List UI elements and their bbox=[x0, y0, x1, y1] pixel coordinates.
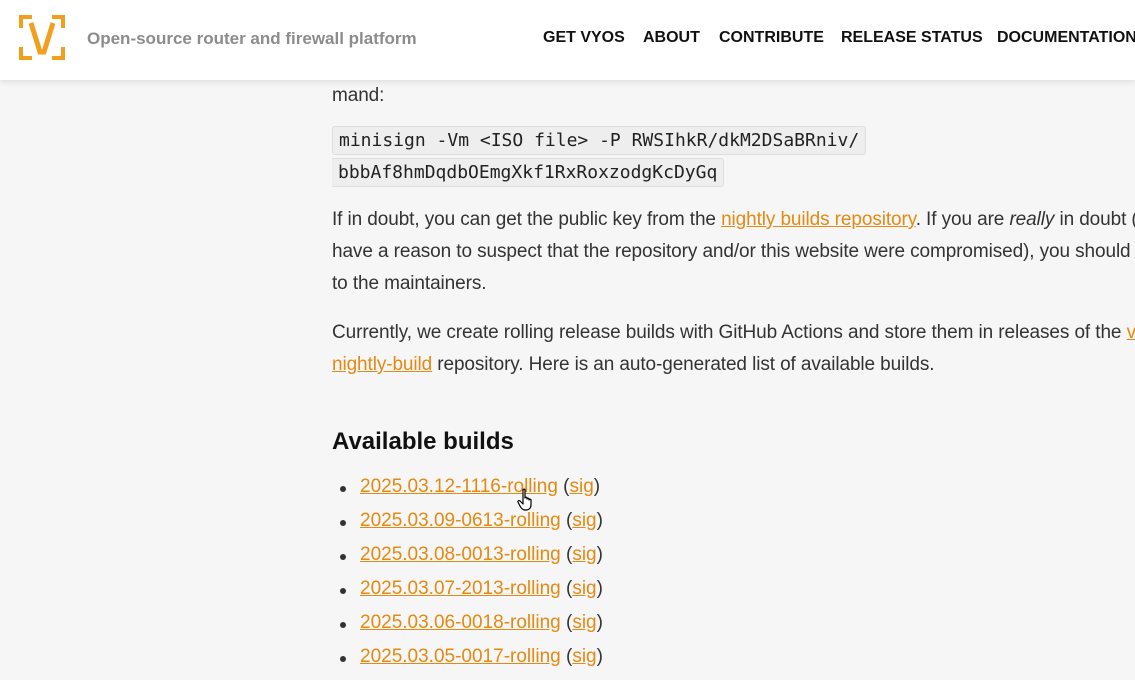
build-link[interactable]: 2025.03.07-2013-rolling bbox=[360, 578, 561, 599]
text: in doubt ( bbox=[1054, 209, 1135, 230]
paren: ) bbox=[596, 612, 603, 633]
paren: ) bbox=[593, 476, 601, 497]
paren: ) bbox=[596, 578, 603, 599]
paragraph-rolling-line-2: nightly-build repository. Here is an aut… bbox=[332, 354, 1135, 376]
nav-about[interactable]: ABOUT bbox=[643, 29, 700, 47]
sig-link[interactable]: sig bbox=[572, 544, 596, 565]
sig-link[interactable]: sig bbox=[572, 612, 596, 633]
bullet-icon bbox=[340, 656, 346, 662]
bullet-icon bbox=[340, 520, 346, 526]
vyos-nightly-build-link[interactable]: nightly-build bbox=[332, 354, 432, 375]
sig-link[interactable]: sig bbox=[570, 476, 594, 497]
build-link[interactable]: 2025.03.05-0017-rolling bbox=[360, 646, 561, 667]
paren: ) bbox=[596, 646, 603, 667]
build-link[interactable]: 2025.03.08-0013-rolling bbox=[360, 544, 561, 565]
list-item: 2025.03.05-0017-rolling (sig) bbox=[332, 646, 603, 680]
nav-get-vyos[interactable]: GET VYOS bbox=[543, 29, 625, 47]
build-link[interactable]: 2025.03.06-0018-rolling bbox=[360, 612, 561, 633]
command-code-line-2: bbbAf8hmDqdbOEmgXkf1RxRoxzodgKcDyGq bbox=[332, 158, 725, 187]
text: repository. Here is an auto-generated li… bbox=[432, 354, 935, 375]
paragraph-public-key-line-2: have a reason to suspect that the reposi… bbox=[332, 241, 1131, 262]
paragraph-public-key-line-1: If in doubt, you can get the public key … bbox=[332, 209, 1135, 231]
build-link[interactable]: 2025.03.09-0613-rolling bbox=[360, 510, 561, 531]
hand-pointer-cursor-icon bbox=[517, 488, 532, 511]
bullet-icon bbox=[340, 486, 346, 492]
list-item: 2025.03.12-1116-rolling (sig) bbox=[332, 476, 603, 510]
nightly-builds-repository-link[interactable]: nightly builds repository bbox=[721, 209, 916, 230]
text: If in doubt, you can get the public key … bbox=[332, 209, 722, 230]
sig-link[interactable]: sig bbox=[572, 646, 596, 667]
command-code-line-1: minisign -Vm <ISO file> -P RWSIhkR/dkM2D… bbox=[332, 126, 867, 155]
bullet-icon bbox=[340, 588, 346, 594]
sig-link[interactable]: sig bbox=[572, 510, 596, 531]
site-header: V Open-source router and firewall platfo… bbox=[0, 0, 1135, 80]
site-tagline: Open-source router and firewall platform bbox=[87, 29, 417, 48]
text: . If you are bbox=[915, 209, 1010, 230]
vyos-nightly-build-link-start[interactable]: v bbox=[1127, 322, 1135, 343]
bullet-icon bbox=[340, 554, 346, 560]
builds-list: 2025.03.12-1116-rolling (sig) 2025.03.09… bbox=[332, 476, 603, 680]
bullet-icon bbox=[340, 622, 346, 628]
list-item: 2025.03.08-0013-rolling (sig) bbox=[332, 544, 603, 578]
paren: ) bbox=[596, 544, 603, 565]
list-item: 2025.03.06-0018-rolling (sig) bbox=[332, 612, 603, 646]
paren: ) bbox=[596, 510, 603, 531]
list-item: 2025.03.07-2013-rolling (sig) bbox=[332, 578, 603, 612]
paragraph-public-key-line-3: to the maintainers. bbox=[332, 273, 487, 294]
list-item: 2025.03.09-0613-rolling (sig) bbox=[332, 510, 603, 544]
text-fragment: mand: bbox=[332, 85, 385, 106]
sig-link[interactable]: sig bbox=[572, 578, 596, 599]
paragraph-rolling-line-1: Currently, we create rolling release bui… bbox=[332, 322, 1135, 344]
vyos-logo-icon[interactable]: V bbox=[19, 15, 65, 60]
available-builds-heading: Available builds bbox=[332, 428, 514, 455]
nav-contribute[interactable]: CONTRIBUTE bbox=[719, 29, 824, 47]
emphasis-text: really bbox=[1009, 209, 1055, 230]
main-content: mand: minisign -Vm <ISO file> -P RWSIhkR… bbox=[332, 0, 1135, 680]
text: Currently, we create rolling release bui… bbox=[332, 322, 1127, 343]
nav-release-status[interactable]: RELEASE STATUS bbox=[841, 29, 983, 47]
logo-letter: V bbox=[42, 44, 43, 46]
nav-documentation[interactable]: DOCUMENTATION bbox=[997, 29, 1135, 47]
